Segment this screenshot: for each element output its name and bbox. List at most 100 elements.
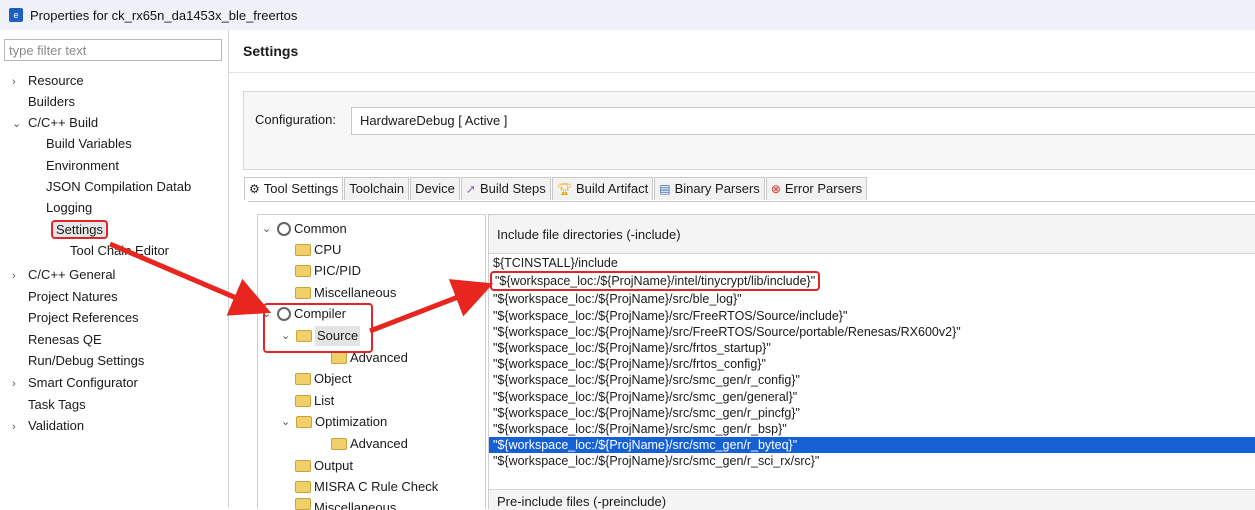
nav-label: C/C++ General <box>28 267 116 282</box>
binary-icon: ▤ <box>659 182 671 196</box>
list-item-highlighted[interactable]: "${workspace_loc:/${ProjName}/intel/tiny… <box>490 271 821 292</box>
nav-item-validation[interactable]: › Validation <box>12 415 84 436</box>
list-item[interactable]: "${workspace_loc:/${ProjName}/src/smc_ge… <box>489 421 1255 437</box>
trophy-icon: 🏆︎ <box>556 182 572 196</box>
tool-tree-label: MISRA C Rule Check <box>314 479 439 494</box>
tab-tool-settings[interactable]: ⚙ Tool Settings <box>244 177 344 200</box>
nav-item-settings[interactable]: Settings <box>51 219 108 240</box>
tool-tree-label: Miscellaneous <box>314 285 397 300</box>
nav-item-tool-chain-editor[interactable]: Tool Chain Editor <box>70 243 169 259</box>
tool-tree-label: Miscellaneous <box>314 500 397 510</box>
nav-label: Build Variables <box>46 136 132 151</box>
tab-binary-parsers[interactable]: ▤ Binary Parsers <box>654 177 765 200</box>
tool-tree-optimization-advanced[interactable]: Advanced <box>331 434 408 454</box>
tool-tree-optimization[interactable]: ⌄ Optimization <box>281 412 387 432</box>
include-list[interactable]: ${TCINSTALL}/include "${workspace_loc:/$… <box>489 255 1255 485</box>
tool-tree-output[interactable]: Output <box>295 456 353 476</box>
tool-tree-misra[interactable]: MISRA C Rule Check <box>295 477 438 497</box>
nav-item-logging[interactable]: Logging <box>46 197 92 218</box>
nav-label: Resource <box>28 73 84 88</box>
tab-error-parsers[interactable]: ⊗ Error Parsers <box>765 177 868 200</box>
nav-item-smart-configurator[interactable]: › Smart Configurator <box>12 372 138 393</box>
nav-label: Tool Chain Editor <box>70 243 169 258</box>
tab-label: Error Parsers <box>784 181 863 196</box>
list-item[interactable]: "${workspace_loc:/${ProjName}/src/frtos_… <box>489 356 1255 372</box>
tab-label: Binary Parsers <box>674 181 760 196</box>
tool-tree-common[interactable]: ⌄ Common <box>262 219 347 239</box>
chevron-right-icon[interactable]: › <box>12 266 28 287</box>
nav-label: Project Natures <box>28 289 118 304</box>
tab-label: Device <box>415 181 455 196</box>
build-steps-icon: ➚ <box>465 182 476 196</box>
tool-tree-pic-pid[interactable]: PIC/PID <box>295 261 361 281</box>
list-item[interactable]: "${workspace_loc:/${ProjName}/src/smc_ge… <box>489 372 1255 388</box>
tool-tree-label: Object <box>314 371 352 386</box>
tab-build-artifact[interactable]: 🏆︎ Build Artifact <box>551 177 654 200</box>
left-nav-panel: ›Resource Builders ⌄C/C++ Build Build Va… <box>0 30 229 507</box>
page-title: Settings <box>243 43 299 59</box>
nav-item-renesas-qe[interactable]: Renesas QE <box>28 329 102 350</box>
include-title: Include file directories (-include) <box>497 227 681 242</box>
gear-icon <box>277 222 291 236</box>
include-header: Include file directories (-include) <box>489 215 1255 254</box>
gear-icon: ⚙ <box>249 182 260 196</box>
filter-input[interactable] <box>4 39 222 61</box>
tool-tree-list[interactable]: List <box>295 391 334 411</box>
nav-item-cpp-build[interactable]: ⌄ C/C++ Build <box>12 112 98 133</box>
include-panel: Include file directories (-include) ${TC… <box>488 214 1255 510</box>
folder-icon <box>295 373 311 385</box>
list-item[interactable]: "${workspace_loc:/${ProjName}/src/smc_ge… <box>489 453 1255 469</box>
tab-toolchain[interactable]: Toolchain <box>344 177 410 200</box>
tab-build-steps[interactable]: ➚ Build Steps <box>460 177 551 200</box>
nav-item-run-debug-settings[interactable]: Run/Debug Settings <box>28 350 144 371</box>
folder-icon <box>295 287 311 299</box>
tool-tree: ⌄ Common CPU PIC/PID Miscellaneous ⌄ Compi… <box>257 214 486 510</box>
list-item[interactable]: "${workspace_loc:/${ProjName}/src/smc_ge… <box>489 405 1255 421</box>
tool-tree-miscellaneous-2[interactable]: Miscellaneous <box>295 498 396 510</box>
tool-tree-label: Output <box>314 458 354 473</box>
nav-item-build-variables[interactable]: Build Variables <box>46 133 132 154</box>
title-bar: e Properties for ck_rx65n_da1453x_ble_fr… <box>0 0 1255 30</box>
tool-tree-label: Optimization <box>315 414 388 429</box>
nav-label: Environment <box>46 158 119 173</box>
list-item[interactable]: "${workspace_loc:/${ProjName}/src/ble_lo… <box>489 291 1255 307</box>
nav-item-cpp-general[interactable]: › C/C++ General <box>12 264 115 285</box>
nav-item-resource[interactable]: › Resource <box>12 70 84 91</box>
folder-icon <box>296 416 312 428</box>
tool-tree-cpu[interactable]: CPU <box>295 240 341 260</box>
tab-device[interactable]: Device <box>410 177 460 200</box>
configuration-select[interactable]: HardwareDebug [ Active ] <box>351 107 1255 135</box>
chevron-right-icon[interactable]: › <box>12 374 28 395</box>
nav-item-json-compilation[interactable]: JSON Compilation Datab <box>46 176 191 197</box>
nav-item-task-tags[interactable]: Task Tags <box>28 394 86 415</box>
chevron-down-icon[interactable]: ⌄ <box>262 219 274 239</box>
nav-label: C/C++ Build <box>28 115 99 130</box>
nav-item-project-natures[interactable]: Project Natures <box>28 286 118 307</box>
tool-tree-object[interactable]: Object <box>295 369 352 389</box>
tool-tree-label: PIC/PID <box>314 263 361 278</box>
tab-label: Tool Settings <box>263 181 339 196</box>
nav-item-project-references[interactable]: Project References <box>28 307 139 328</box>
folder-icon <box>331 352 347 364</box>
nav-item-environment[interactable]: Environment <box>46 155 119 176</box>
folder-icon <box>295 481 311 493</box>
list-item[interactable]: ${TCINSTALL}/include <box>489 255 1255 271</box>
tab-label: Build Artifact <box>575 181 649 196</box>
list-item[interactable]: "${workspace_loc:/${ProjName}/src/FreeRT… <box>489 308 1255 324</box>
nav-label: Smart Configurator <box>28 375 138 390</box>
folder-icon <box>295 265 311 277</box>
nav-item-builders[interactable]: Builders <box>28 91 75 112</box>
folder-icon <box>295 244 311 256</box>
chevron-down-icon[interactable]: ⌄ <box>281 412 293 432</box>
tool-tree-miscellaneous[interactable]: Miscellaneous <box>295 283 396 303</box>
list-item[interactable]: "${workspace_loc:/${ProjName}/src/smc_ge… <box>489 389 1255 405</box>
chevron-down-icon[interactable]: ⌄ <box>12 114 28 135</box>
list-item[interactable]: "${workspace_loc:/${ProjName}/src/frtos_… <box>489 340 1255 356</box>
list-item[interactable]: "${workspace_loc:/${ProjName}/src/FreeRT… <box>489 324 1255 340</box>
list-item-selected[interactable]: "${workspace_loc:/${ProjName}/src/smc_ge… <box>489 437 1255 454</box>
page-header: Settings <box>229 30 1255 73</box>
chevron-right-icon[interactable]: › <box>12 417 28 438</box>
folder-icon <box>295 498 311 510</box>
nav-label: Logging <box>46 200 93 215</box>
chevron-right-icon[interactable]: › <box>12 72 28 93</box>
